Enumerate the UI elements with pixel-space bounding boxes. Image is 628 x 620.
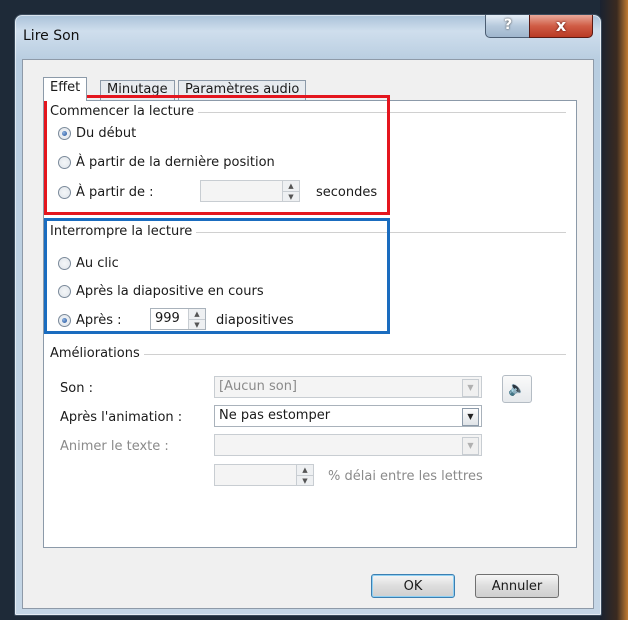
tab-panel-effet: Commencer la lecture Du début À partir d… bbox=[43, 95, 577, 548]
speaker-icon[interactable]: 🔈 bbox=[502, 375, 532, 403]
spin-down-icon[interactable]: ▼ bbox=[297, 475, 313, 485]
spin-up-icon[interactable]: ▲ bbox=[297, 465, 313, 475]
close-button[interactable]: x bbox=[529, 15, 593, 38]
animate-text-select[interactable]: ▼ bbox=[214, 434, 482, 456]
dialog-window: Lire Son ? x Effet Minutage Paramètres a… bbox=[14, 14, 602, 616]
after-animation-select[interactable]: Ne pas estomper ▼ bbox=[214, 405, 482, 427]
letter-delay-spin-arrows[interactable]: ▲ ▼ bbox=[296, 465, 313, 485]
chevron-down-icon[interactable]: ▼ bbox=[462, 437, 479, 455]
sound-label: Son : bbox=[60, 381, 93, 396]
highlight-box-red bbox=[44, 95, 390, 215]
window-title: Lire Son bbox=[23, 28, 80, 44]
letter-delay-unit: % délai entre les lettres bbox=[328, 469, 483, 484]
sound-select[interactable]: [Aucun son] ▼ bbox=[214, 376, 482, 398]
help-button[interactable]: ? bbox=[485, 15, 531, 38]
enhancements-group-title: Améliorations bbox=[50, 346, 144, 361]
after-animation-label: Après l'animation : bbox=[60, 410, 183, 425]
chevron-down-icon[interactable]: ▼ bbox=[462, 379, 479, 397]
chevron-down-icon[interactable]: ▼ bbox=[462, 408, 479, 426]
sound-value: [Aucun son] bbox=[219, 379, 297, 394]
tab-effet[interactable]: Effet bbox=[43, 77, 88, 101]
ok-button[interactable]: OK bbox=[371, 574, 455, 598]
animate-text-label: Animer le texte : bbox=[60, 439, 169, 454]
dialog-client: Effet Minutage Paramètres audio Commence… bbox=[22, 59, 594, 609]
cancel-button[interactable]: Annuler bbox=[475, 574, 559, 598]
highlight-box-blue bbox=[44, 218, 390, 334]
after-animation-value: Ne pas estomper bbox=[219, 408, 331, 423]
letter-delay-spinner[interactable]: ▲ ▼ bbox=[214, 464, 314, 486]
desktop-background bbox=[600, 0, 628, 620]
title-bar[interactable]: Lire Son ? x bbox=[15, 15, 601, 55]
